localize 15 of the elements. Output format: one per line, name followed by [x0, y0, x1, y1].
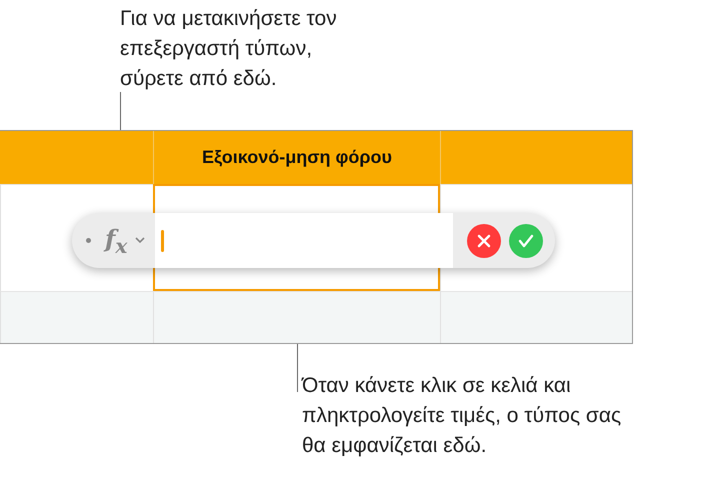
callout-text: Για να μετακινήσετε τον επεξεργαστή τύπων, σύρετε από εδώ.: [120, 6, 338, 92]
function-symbol[interactable]: f$_{x}$: [105, 224, 128, 258]
column-header: Εξοικονό-μηση φόρου: [153, 131, 440, 184]
table-cell[interactable]: [440, 291, 632, 343]
close-icon: [477, 234, 491, 248]
formula-input-field[interactable]: [155, 213, 453, 268]
checkmark-icon: [518, 234, 534, 248]
accept-button[interactable]: [509, 224, 543, 258]
callout-text: Όταν κάνετε κλικ σε κελιά και πληκτρολογείτε τιμές, ο τύπος σας θα εμφανίζεται εδώ.: [302, 373, 622, 459]
drag-handle-icon[interactable]: [86, 238, 91, 243]
table-cell[interactable]: [153, 291, 440, 343]
chevron-icon[interactable]: [135, 237, 146, 244]
cancel-button[interactable]: [467, 224, 501, 258]
text-cursor: [161, 230, 164, 252]
table-cell[interactable]: [0, 291, 153, 343]
